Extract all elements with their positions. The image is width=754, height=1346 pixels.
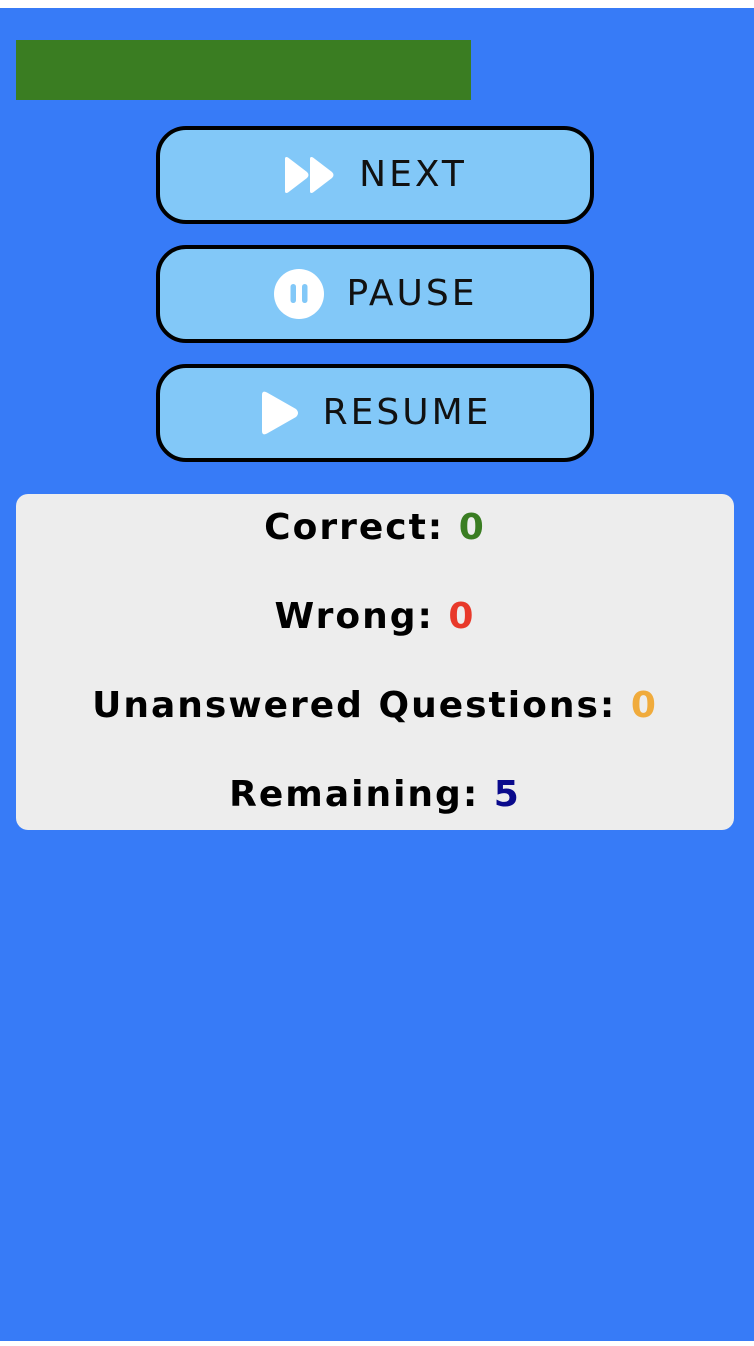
wrong-count: 0 xyxy=(448,596,476,637)
unanswered-count: 0 xyxy=(630,685,658,726)
play-icon xyxy=(259,390,301,436)
correct-count: 0 xyxy=(458,507,486,548)
remaining-label: Remaining: xyxy=(229,774,480,815)
unanswered-label: Unanswered Questions: xyxy=(92,685,617,726)
resume-button-label: RESUME xyxy=(322,392,492,433)
fast-forward-icon xyxy=(283,155,337,195)
remaining-count: 5 xyxy=(493,774,521,815)
unanswered-stat: Unanswered Questions: 0 xyxy=(16,684,734,728)
progress-bar xyxy=(16,40,471,100)
quiz-screen: NEXT PAUSE RESUME Correct: 0 Wrong: 0 Un… xyxy=(0,8,754,1341)
next-button[interactable]: NEXT xyxy=(156,126,594,224)
wrong-stat: Wrong: 0 xyxy=(16,595,734,639)
correct-stat: Correct: 0 xyxy=(16,506,734,550)
pause-button[interactable]: PAUSE xyxy=(156,245,594,343)
pause-button-label: PAUSE xyxy=(346,273,478,314)
score-panel: Correct: 0 Wrong: 0 Unanswered Questions… xyxy=(16,494,734,830)
remaining-stat: Remaining: 5 xyxy=(16,773,734,817)
next-button-label: NEXT xyxy=(359,154,467,195)
resume-button[interactable]: RESUME xyxy=(156,364,594,462)
correct-label: Correct: xyxy=(264,507,445,548)
wrong-label: Wrong: xyxy=(274,596,434,637)
pause-circle-icon xyxy=(273,268,325,320)
